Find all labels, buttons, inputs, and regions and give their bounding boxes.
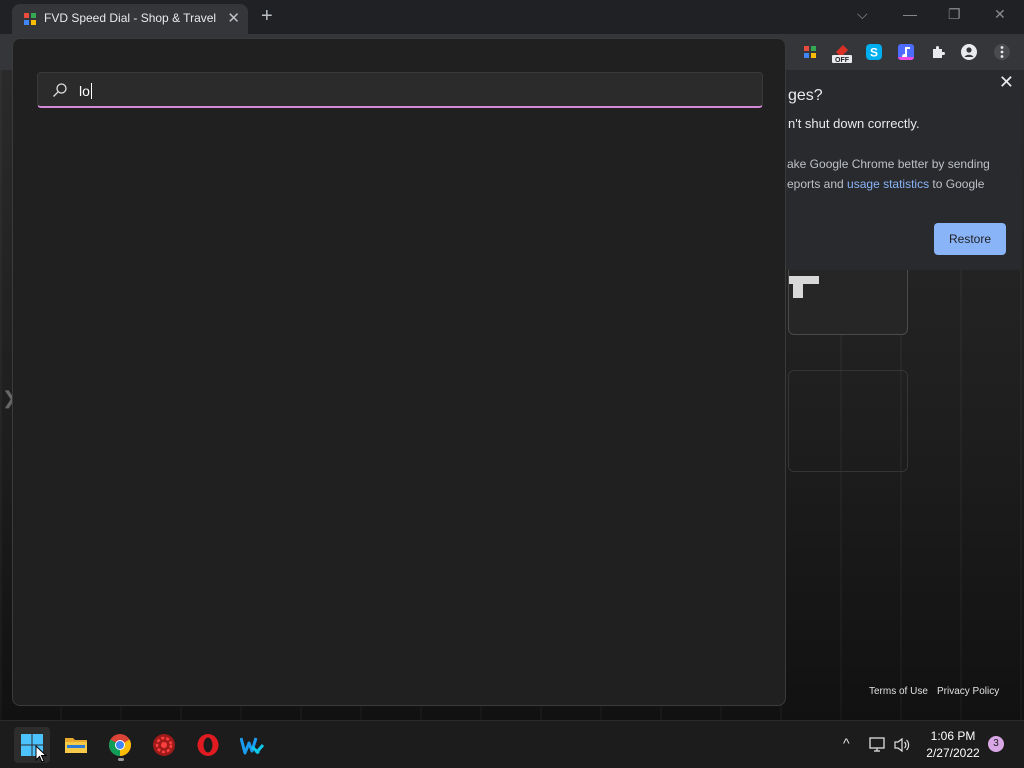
music-note-icon[interactable] — [898, 44, 914, 60]
tile-logo-icon — [789, 276, 819, 298]
mouse-cursor-icon — [35, 745, 47, 763]
search-query-text: lo — [79, 83, 90, 99]
taskbar-opera[interactable] — [190, 727, 226, 763]
tab-title: FVD Speed Dial - Shop & Travel — [44, 11, 217, 25]
menu-icon[interactable] — [994, 44, 1010, 60]
svg-text:S: S — [870, 46, 878, 60]
new-tab-button[interactable]: + — [261, 5, 273, 28]
taskbar-antivirus[interactable] — [146, 727, 182, 763]
profile-icon[interactable] — [961, 44, 977, 60]
show-hidden-icons-chevron-icon[interactable]: ^ — [843, 735, 850, 751]
browser-title-bar: FVD Speed Dial - Shop & Travel ✕ + ⌵ — ❐… — [0, 0, 1024, 34]
shield-gear-icon — [153, 734, 175, 756]
usage-statistics-link[interactable]: usage statistics — [847, 177, 929, 191]
taskbar-chrome[interactable] — [102, 727, 138, 763]
tab-search-dropdown-icon[interactable]: ⌵ — [857, 6, 868, 23]
notification-badge[interactable]: 3 — [988, 736, 1004, 752]
close-icon[interactable]: ✕ — [999, 72, 1014, 93]
search-icon — [53, 83, 67, 97]
chrome-icon — [109, 734, 131, 756]
restore-button[interactable]: Restore — [934, 223, 1006, 255]
minimize-button[interactable]: — — [903, 6, 917, 22]
network-icon[interactable] — [869, 737, 887, 753]
folder-icon — [65, 738, 87, 753]
tab-close-icon[interactable]: ✕ — [227, 9, 240, 27]
volume-icon[interactable] — [893, 737, 911, 753]
browser-tab-active[interactable]: FVD Speed Dial - Shop & Travel ✕ — [12, 4, 248, 34]
windows-search-flyout: lo — [12, 38, 786, 706]
extension-off-icon[interactable]: OFF — [831, 42, 853, 64]
help-text-prefix: eports and — [787, 177, 848, 191]
text-caret — [90, 83, 92, 99]
privacy-policy-link[interactable]: Privacy Policy — [937, 686, 999, 697]
popup-message: n't shut down correctly. — [788, 116, 920, 131]
opera-icon — [197, 734, 219, 756]
taskbar-file-explorer[interactable] — [58, 727, 94, 763]
terms-of-use-link[interactable]: Terms of Use — [869, 686, 928, 697]
search-input[interactable]: lo — [37, 72, 763, 108]
search-query: lo — [79, 83, 92, 99]
skype-icon[interactable]: S — [866, 44, 882, 60]
running-indicator — [118, 758, 124, 761]
fvd-speed-dial-icon[interactable] — [802, 44, 818, 60]
popup-help-text-2: eports and usage statistics to Google — [787, 177, 984, 191]
speed-dial-tile[interactable] — [788, 370, 908, 472]
clock-date[interactable]: 2/27/2022 — [920, 746, 986, 760]
w-icon — [240, 737, 264, 755]
maximize-button[interactable]: ❐ — [948, 6, 961, 23]
clock-time[interactable]: 1:06 PM — [920, 729, 986, 743]
help-text-suffix: to Google — [929, 177, 985, 191]
popup-help-text: ake Google Chrome better by sending — [787, 157, 990, 171]
taskbar: ^ 1:06 PM 2/27/2022 3 — [0, 720, 1024, 768]
fvd-speed-dial-icon — [24, 13, 36, 25]
taskbar-writer[interactable] — [234, 727, 270, 763]
restore-pages-popup: ✕ ges? n't shut down correctly. ake Goog… — [770, 70, 1022, 270]
svg-text:OFF: OFF — [835, 57, 850, 64]
speed-dial-tile[interactable] — [788, 270, 908, 335]
puzzle-icon[interactable] — [930, 44, 946, 60]
popup-title: ges? — [788, 87, 823, 104]
close-window-button[interactable]: ✕ — [994, 6, 1006, 23]
